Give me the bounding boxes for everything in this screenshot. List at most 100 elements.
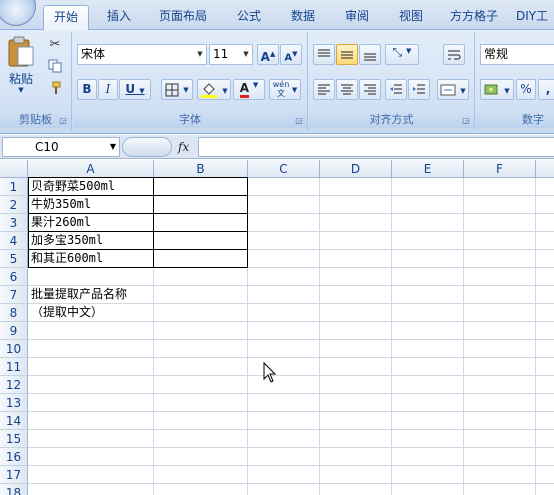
row-header[interactable]: 13 [0, 394, 28, 412]
font-name-combo[interactable]: 宋体 ▼ [77, 44, 207, 65]
cell-a5[interactable]: 和其正600ml [29, 250, 103, 267]
tab-fangfang[interactable]: 方方格子 [444, 5, 504, 30]
cell-a2[interactable]: 牛奶350ml [29, 196, 91, 213]
office-button[interactable] [0, 0, 36, 26]
row-header[interactable]: 3 [0, 214, 28, 232]
align-right-button[interactable] [359, 79, 381, 100]
cell-a1[interactable]: 贝奇野菜500ml [29, 178, 115, 195]
percent-button[interactable]: % [516, 79, 536, 100]
cell-a7[interactable]: 批量提取产品名称 [29, 286, 127, 303]
row-header[interactable]: 17 [0, 466, 28, 484]
worksheet-grid[interactable]: A B C D E F 1 2 3 4 5 6 7 8 9 10 11 12 1… [0, 160, 554, 495]
align-center-button[interactable] [336, 79, 358, 100]
column-header-a[interactable]: A [28, 160, 154, 178]
wrap-text-button[interactable] [443, 44, 465, 65]
tab-page-layout[interactable]: 页面布局 [150, 5, 216, 30]
tab-view[interactable]: 视图 [390, 5, 432, 30]
orientation-button[interactable]: ⤡ ▼ [385, 44, 419, 65]
fill-color-button[interactable]: ▼ [197, 79, 231, 100]
increase-indent-button[interactable] [408, 79, 430, 100]
chevron-down-icon[interactable]: ▼ [110, 138, 116, 156]
gridline [28, 321, 554, 322]
select-all-corner[interactable] [0, 160, 28, 178]
row-header[interactable]: 7 [0, 286, 28, 304]
italic-button[interactable]: I [98, 79, 118, 100]
row-header[interactable]: 8 [0, 304, 28, 322]
column-header-d[interactable]: D [320, 160, 392, 178]
format-painter-button[interactable] [46, 80, 64, 98]
align-right-icon [364, 84, 376, 95]
formula-bar: C10 ▼ fx [0, 135, 554, 159]
gridline [28, 339, 554, 340]
number-format-combo[interactable]: 常规 [480, 44, 554, 65]
borders-button[interactable]: ▼ [161, 79, 193, 100]
row-header[interactable]: 14 [0, 412, 28, 430]
formula-input[interactable] [198, 137, 554, 157]
chevron-down-icon[interactable]: ▼ [240, 45, 252, 64]
grow-font-button[interactable]: A▲ [257, 44, 279, 65]
tab-insert[interactable]: 插入 [99, 5, 139, 30]
font-group: 宋体 ▼ 11 ▼ A▲ A▼ B I U ▼ ▼ ▼ A ▼ wén 文 ▼ … [73, 32, 308, 130]
align-middle-button[interactable] [336, 44, 358, 65]
underline-button[interactable]: U ▼ [119, 79, 151, 100]
tab-diy[interactable]: DIY工 [516, 5, 554, 30]
row-header[interactable]: 2 [0, 196, 28, 214]
scissors-icon: ✂ [49, 37, 61, 52]
paste-button[interactable]: 粘贴 ▼ [4, 34, 38, 104]
cut-button[interactable]: ✂ [46, 36, 64, 54]
formula-expand-handle[interactable] [122, 137, 172, 157]
row-header[interactable]: 15 [0, 430, 28, 448]
font-color-button[interactable]: A ▼ [233, 79, 265, 100]
tab-home[interactable]: 开始 [43, 5, 89, 31]
phonetic-button[interactable]: wén 文 ▼ [269, 79, 301, 100]
insert-function-icon[interactable]: fx [178, 137, 189, 157]
decrease-indent-icon [390, 84, 402, 94]
align-bottom-icon [364, 53, 376, 61]
column-header-e[interactable]: E [392, 160, 464, 178]
copy-button[interactable] [46, 58, 64, 76]
clipboard-group: 粘贴 ▼ ✂ 剪贴板 ◲ [0, 32, 72, 130]
row-header[interactable]: 5 [0, 250, 28, 268]
cell-a4[interactable]: 加多宝350ml [29, 232, 103, 249]
clipboard-launcher-icon[interactable]: ◲ [58, 116, 68, 126]
cell-a3[interactable]: 果汁260ml [29, 214, 91, 231]
align-left-button[interactable] [313, 79, 335, 100]
bold-button[interactable]: B [77, 79, 97, 100]
chevron-down-icon[interactable]: ▼ [194, 45, 206, 64]
row-header[interactable]: 11 [0, 358, 28, 376]
row-header[interactable]: 9 [0, 322, 28, 340]
column-header-g[interactable] [536, 160, 554, 178]
row-header[interactable]: 12 [0, 376, 28, 394]
column-header-b[interactable]: B [154, 160, 248, 178]
column-header-f[interactable]: F [464, 160, 536, 178]
row-header[interactable]: 18 [0, 484, 28, 495]
font-launcher-icon[interactable]: ◲ [294, 116, 304, 126]
chevron-down-icon: ▼ [406, 47, 412, 55]
font-size-combo[interactable]: 11 ▼ [209, 44, 253, 65]
row-header[interactable]: 1 [0, 178, 28, 196]
cell-a8[interactable]: （提取中文） [29, 304, 103, 321]
column-header-c[interactable]: C [248, 160, 320, 178]
alignment-launcher-icon[interactable]: ◲ [461, 116, 471, 126]
currency-icon [484, 84, 498, 95]
align-top-button[interactable] [313, 44, 335, 65]
formula-buttons: fx [122, 137, 198, 157]
tab-formulas[interactable]: 公式 [228, 5, 270, 30]
merge-center-button[interactable]: ▼ [437, 79, 469, 100]
row-header[interactable]: 6 [0, 268, 28, 286]
row-header[interactable]: 16 [0, 448, 28, 466]
chevron-down-icon: ▼ [291, 86, 298, 94]
accounting-format-button[interactable]: ▼ [480, 79, 514, 100]
tab-data[interactable]: 数据 [282, 5, 324, 30]
row-header[interactable]: 4 [0, 232, 28, 250]
name-box[interactable]: C10 ▼ [2, 137, 120, 157]
comma-button[interactable]: , [538, 79, 554, 100]
underline-label: U [125, 82, 136, 96]
align-bottom-button[interactable] [359, 44, 381, 65]
shrink-font-button[interactable]: A▼ [280, 44, 302, 65]
chevron-down-icon: ▼ [252, 81, 259, 89]
shrink-font-icon: A [284, 52, 293, 64]
decrease-indent-button[interactable] [385, 79, 407, 100]
tab-review[interactable]: 审阅 [336, 5, 378, 30]
row-header[interactable]: 10 [0, 340, 28, 358]
